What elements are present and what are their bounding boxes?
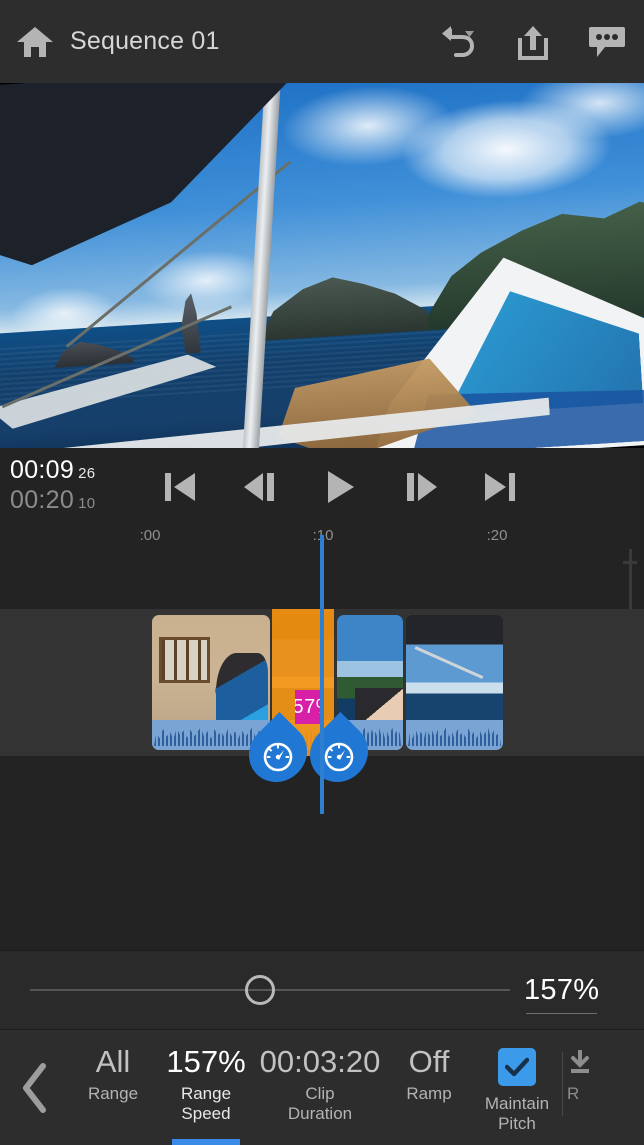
undo-icon: [442, 25, 475, 57]
slider-knob[interactable]: [245, 975, 276, 1005]
step-forward-icon: [406, 473, 437, 501]
back-button[interactable]: [0, 1030, 68, 1145]
transport-bar: 00:09 26 00:20 10: [0, 448, 644, 523]
tool-range-label: Range: [87, 1084, 139, 1103]
speed-value[interactable]: 157%: [524, 974, 599, 1014]
tool-range[interactable]: All Range: [68, 1030, 158, 1145]
playhead[interactable]: [320, 535, 324, 814]
tool-ramp-label: Ramp: [406, 1084, 452, 1103]
bottom-toolbar: All Range 157% Range Speed 00:03:20 Clip…: [0, 1030, 644, 1145]
skip-to-start-icon: [165, 473, 195, 501]
current-timecode: 00:09 26: [10, 456, 95, 485]
timeline[interactable]: 157%: [0, 535, 644, 950]
tool-range-speed-value: 157%: [166, 1044, 246, 1079]
speed-badge: 157%: [295, 690, 320, 724]
tool-range-speed-label: Range Speed: [180, 1084, 232, 1123]
tool-maintain-pitch[interactable]: Maintain Pitch: [472, 1030, 562, 1145]
tool-range-speed[interactable]: 157% Range Speed: [158, 1030, 254, 1145]
step-forward-button[interactable]: [389, 459, 451, 515]
premiere-rush-speed-editor: Sequence 01 00:09 26 00:20 10:00:20 57…: [0, 0, 644, 1145]
speedometer-icon: [263, 742, 293, 772]
tool-range-value: All: [95, 1044, 131, 1079]
share-icon: [518, 25, 548, 60]
pin-glyph: [250, 729, 306, 785]
duration-frames-value: 10: [78, 495, 96, 512]
duration-time-value: 00:20: [10, 486, 75, 514]
speed-slider[interactable]: [30, 970, 510, 1010]
ruler-tick: :20: [486, 527, 508, 544]
preview-frame-image: [0, 83, 644, 448]
step-back-button[interactable]: [230, 459, 292, 515]
comment-dots-icon: [589, 26, 625, 57]
timecode-display[interactable]: 00:09 26 00:20 10: [10, 456, 95, 515]
video-track[interactable]: 157%: [0, 535, 644, 814]
speed-slider-bar: 157%: [0, 950, 644, 1030]
tool-clip-duration-value: 00:03:20: [259, 1044, 381, 1079]
go-to-start-button[interactable]: [150, 459, 212, 515]
chevron-down-icon: [465, 30, 474, 37]
tool-ramp-value: Off: [408, 1044, 450, 1079]
clip-audio-waveform: [295, 615, 320, 637]
clip-audio-waveform: [406, 720, 503, 750]
duration-timecode: 00:20 10: [10, 486, 95, 515]
sequence-title: Sequence 01: [70, 27, 220, 55]
speedometer-icon: [324, 742, 354, 772]
undo-button[interactable]: [422, 24, 496, 60]
go-to-end-button[interactable]: [468, 459, 530, 515]
home-button[interactable]: [6, 25, 64, 59]
ruler-tick: :00: [139, 527, 161, 544]
timeline-end-marker[interactable]: [623, 549, 637, 609]
end-marker-tick: [623, 561, 637, 564]
toolbar-items: All Range 157% Range Speed 00:03:20 Clip…: [68, 1030, 644, 1145]
current-time-value: 00:09: [10, 456, 75, 484]
tool-clip-duration[interactable]: 00:03:20 Clip Duration: [254, 1030, 386, 1145]
range-speed-handle-left[interactable]: [236, 711, 320, 795]
chevron-left-icon: [23, 1062, 46, 1113]
play-icon: [328, 471, 354, 503]
check-icon: [505, 1057, 529, 1077]
skip-to-end-icon: [485, 473, 515, 501]
active-tab-underline: [172, 1139, 240, 1145]
timeline-clip[interactable]: [406, 615, 503, 750]
current-frames-value: 26: [78, 465, 96, 482]
maintain-pitch-checkbox[interactable]: [498, 1048, 536, 1086]
tool-maintain-pitch-label: Maintain Pitch: [484, 1094, 550, 1133]
top-bar: Sequence 01: [0, 0, 644, 83]
share-button[interactable]: [496, 23, 570, 61]
tool-reset[interactable]: R: [563, 1030, 607, 1145]
play-button[interactable]: [309, 459, 371, 515]
comments-button[interactable]: [570, 24, 644, 60]
end-marker-line: [629, 549, 632, 609]
reset-icon: [571, 1050, 589, 1073]
home-icon: [17, 26, 53, 57]
step-backward-icon: [243, 473, 274, 501]
tool-reset-label: R: [567, 1084, 580, 1103]
tool-ramp[interactable]: Off Ramp: [386, 1030, 472, 1145]
transport-buttons: [150, 456, 530, 518]
video-preview[interactable]: [0, 83, 644, 448]
tool-clip-duration-label: Clip Duration: [287, 1084, 353, 1123]
